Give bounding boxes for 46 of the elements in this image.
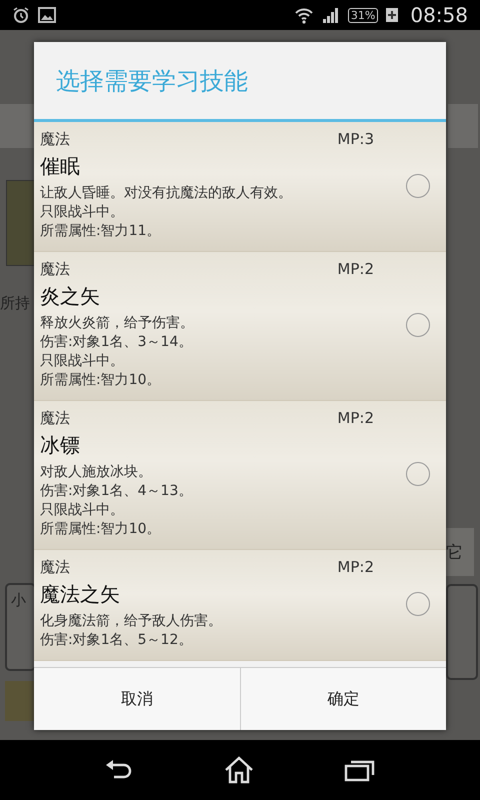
mp-cost: MP:2 — [337, 260, 374, 279]
mp-cost: MP:3 — [337, 130, 374, 149]
skill-description: 让敌人昏睡。对没有抗魔法的敌人有效。 — [40, 184, 293, 203]
skill-name: 魔法之矢 — [40, 581, 121, 608]
skill-name: 炎之矢 — [40, 283, 101, 310]
radio-button[interactable] — [406, 174, 430, 198]
skill-description: 所需属性:智力10。 — [40, 520, 162, 539]
mp-cost: MP:2 — [337, 409, 374, 428]
photo-placeholder — [5, 681, 36, 721]
skill-description: 所需属性:智力10。 — [40, 371, 162, 390]
skill-description: 只限战斗中。 — [40, 203, 125, 222]
home-icon[interactable] — [222, 756, 255, 784]
charging-icon — [386, 8, 398, 22]
mp-cost: MP:2 — [337, 558, 374, 577]
cancel-button[interactable]: 取消 — [34, 668, 240, 730]
skill-name: 催眠 — [40, 153, 81, 180]
skill-description: 化身魔法箭，给予敌人伤害。 — [40, 612, 223, 631]
signal-icon — [322, 6, 340, 24]
skill-category: 魔法 — [40, 558, 70, 577]
clock-time: 08:58 — [410, 3, 468, 27]
confirm-button[interactable]: 确定 — [240, 668, 446, 730]
text-panel: 小 — [5, 583, 36, 671]
radio-button[interactable] — [406, 592, 430, 616]
skill-category: 魔法 — [40, 260, 70, 279]
skill-item[interactable]: 魔法 MP:3 催眠 让敌人昏睡。对没有抗魔法的敌人有效。 只限战斗中。 所需属性:智力11。 — [34, 122, 446, 252]
radio-button[interactable] — [406, 313, 430, 337]
recent-apps-icon[interactable] — [344, 758, 376, 782]
skill-description: 伤害:对象1名、4～13。 — [40, 482, 194, 501]
skill-description: 伤害:对象1名、3～14。 — [40, 333, 194, 352]
wifi-icon — [294, 6, 314, 24]
alarm-clock-icon — [12, 6, 30, 24]
skill-description: 只限战斗中。 — [40, 352, 125, 371]
skill-category: 魔法 — [40, 409, 70, 428]
battery-level: 31% — [348, 8, 378, 22]
skill-item[interactable]: 魔法 MP:2 魔法之矢 化身魔法箭，给予敌人伤害。 伤害:对象1名、5～12。 — [34, 550, 446, 661]
skill-item[interactable]: 魔法 MP:2 冰镖 对敌人施放冰块。 伤害:对象1名、4～13。 只限战斗中。 所需属性:智力10。 — [34, 401, 446, 550]
skill-description: 伤害:对象1名、5～12。 — [40, 631, 194, 650]
image-icon — [38, 7, 56, 23]
skill-item[interactable]: 魔法 MP:2 炎之矢 释放火炎箭，给予伤害。 伤害:对象1名、3～14。 只限战斗中。 所需属性:智力10。 — [34, 252, 446, 401]
skill-description: 释放火炎箭，给予伤害。 — [40, 314, 195, 333]
skill-description: 所需属性:智力11。 — [40, 222, 162, 241]
radio-button[interactable] — [406, 462, 430, 486]
skill-category: 魔法 — [40, 130, 70, 149]
skill-description: 只限战斗中。 — [40, 501, 125, 520]
skill-description: 对敌人施放冰块。 — [40, 463, 153, 482]
skill-name: 冰镖 — [40, 432, 81, 459]
